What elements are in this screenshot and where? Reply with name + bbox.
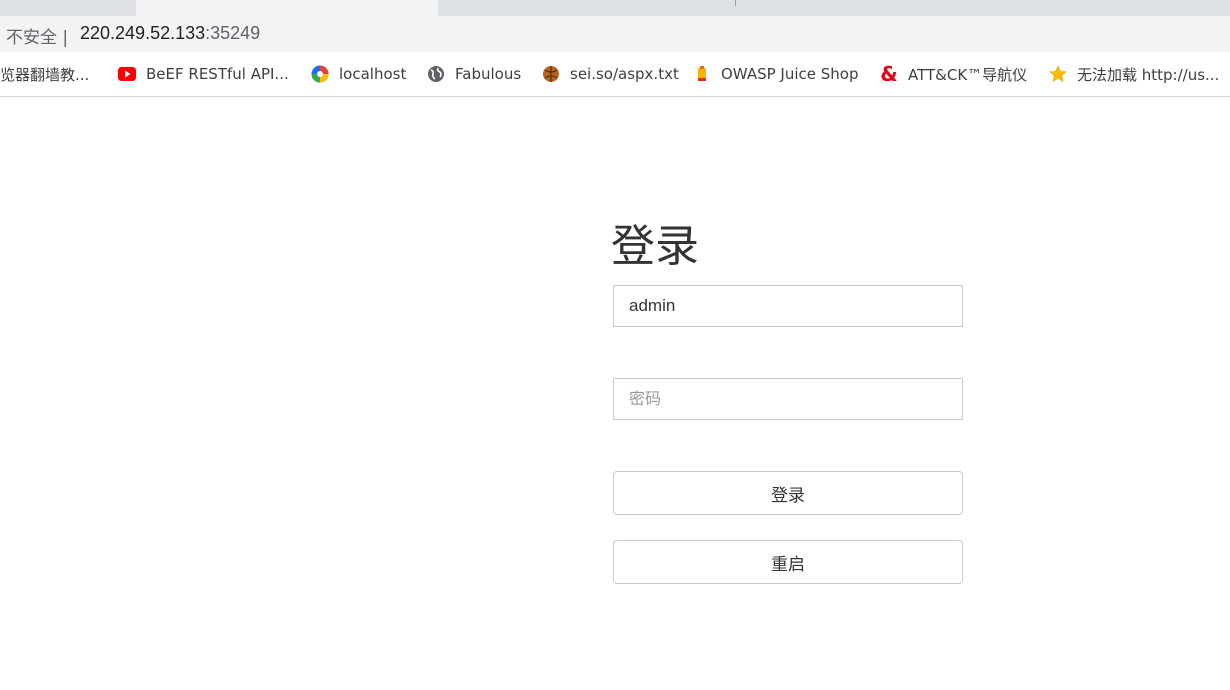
bookmark-item[interactable]: Fabulous bbox=[427, 65, 521, 83]
ampersand-icon: & bbox=[880, 62, 898, 86]
username-input[interactable] bbox=[614, 286, 964, 326]
youtube-icon bbox=[118, 65, 136, 83]
ball-icon bbox=[542, 65, 560, 83]
bookmark-item[interactable]: 无法加载 http://us... bbox=[1049, 65, 1220, 84]
tab-strip bbox=[0, 0, 1230, 16]
bookmark-label: 览器翻墙教... bbox=[0, 65, 90, 84]
bookmark-item[interactable]: OWASP Juice Shop bbox=[693, 65, 858, 83]
globe-icon bbox=[427, 65, 445, 83]
password-input[interactable] bbox=[614, 379, 964, 419]
address-bar[interactable]: 不安全 | 220.249.52.133:35249 bbox=[0, 16, 1230, 52]
login-button[interactable]: 登录 bbox=[613, 471, 963, 515]
url-host: 220.249.52.133 bbox=[80, 23, 206, 43]
password-field[interactable] bbox=[613, 378, 964, 420]
bookmark-label: sei.so/aspx.txt bbox=[570, 65, 679, 83]
bookmark-item[interactable]: localhost bbox=[311, 65, 406, 83]
bookmark-item[interactable]: 览器翻墙教... bbox=[0, 65, 90, 84]
bookmark-label: localhost bbox=[339, 65, 407, 83]
url-field[interactable]: 220.249.52.133:35249 bbox=[80, 23, 260, 44]
security-indicator[interactable]: 不安全 | bbox=[6, 23, 68, 48]
tab-inactive-left[interactable] bbox=[0, 0, 136, 12]
bookmark-item[interactable]: & ATT&CK™导航仪 bbox=[880, 62, 1028, 86]
bookmark-label: OWASP Juice Shop bbox=[721, 65, 859, 83]
tab-inactive-right[interactable] bbox=[438, 0, 1230, 11]
bookmark-label: ATT&CK™导航仪 bbox=[908, 65, 1028, 84]
username-field[interactable] bbox=[613, 285, 964, 327]
bookmark-label: 无法加载 http://us... bbox=[1077, 65, 1220, 84]
bookmark-item[interactable]: BeEF RESTful API... bbox=[118, 65, 289, 83]
bookmark-label: BeEF RESTful API... bbox=[146, 65, 289, 83]
reset-button[interactable]: 重启 bbox=[613, 540, 963, 584]
url-port: :35249 bbox=[205, 23, 261, 43]
bookmark-item[interactable]: sei.so/aspx.txt bbox=[542, 65, 679, 83]
juice-icon bbox=[693, 65, 711, 83]
star-icon bbox=[1049, 65, 1067, 83]
page-title: 登录 bbox=[611, 221, 699, 272]
tab-separator bbox=[735, 0, 736, 6]
bookmark-label: Fabulous bbox=[455, 65, 522, 83]
bookmarks-bar: 览器翻墙教... BeEF RESTful API... localhost F… bbox=[0, 52, 1230, 97]
colorful-logo-icon bbox=[311, 65, 329, 83]
tab-active[interactable] bbox=[136, 0, 438, 16]
